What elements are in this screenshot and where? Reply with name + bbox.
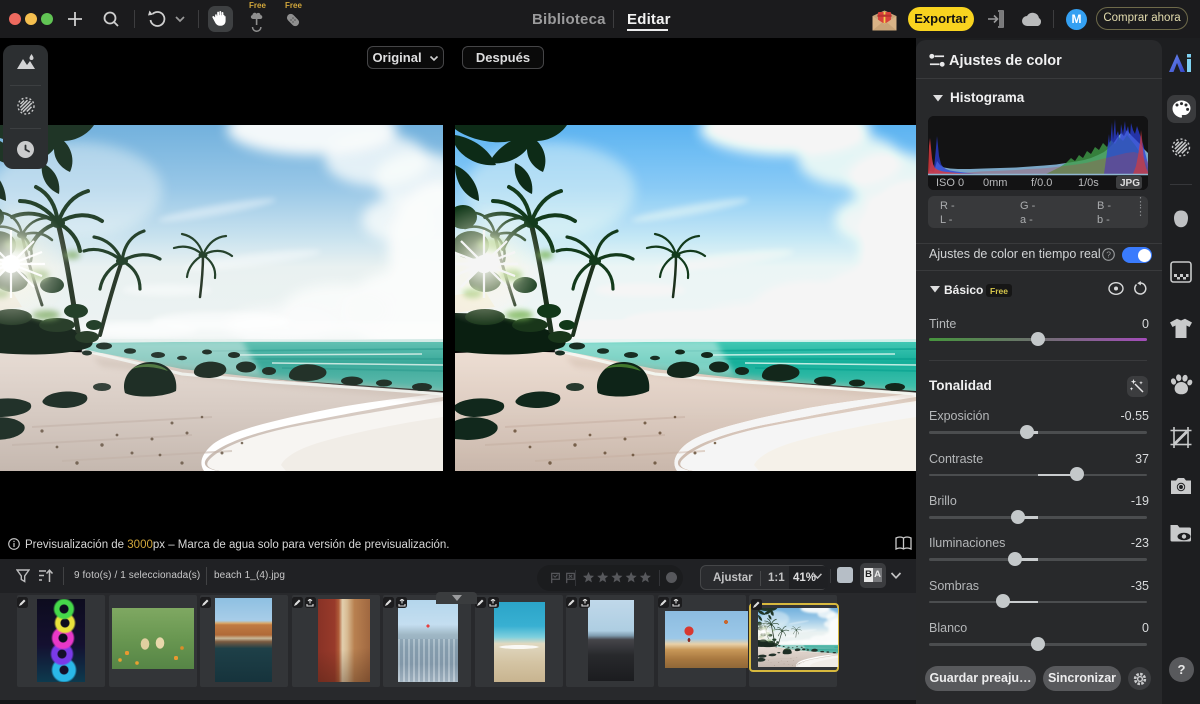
svg-text:f/0.0: f/0.0 — [1031, 177, 1052, 189]
svg-text:1/0s: 1/0s — [1078, 177, 1099, 189]
svg-text:0mm: 0mm — [983, 177, 1007, 189]
svg-text:JPG: JPG — [1120, 178, 1140, 189]
svg-text:?: ? — [1106, 250, 1111, 260]
svg-text:ISO 0: ISO 0 — [936, 177, 964, 189]
